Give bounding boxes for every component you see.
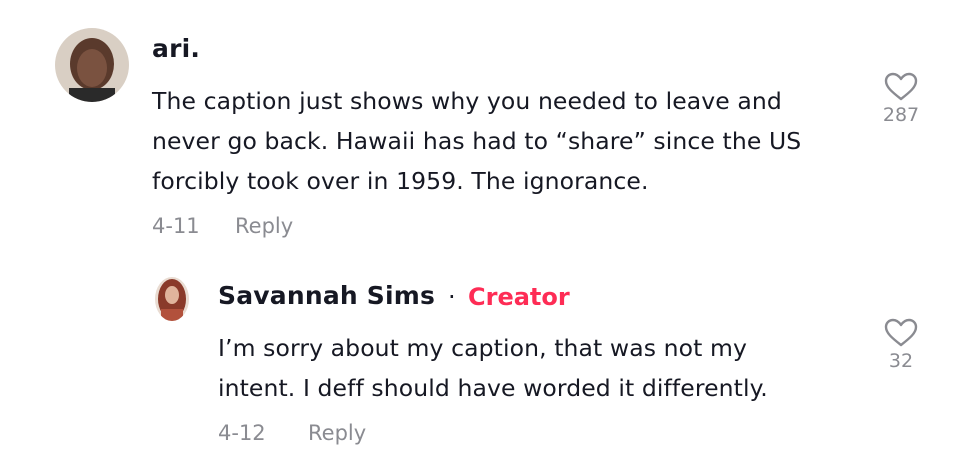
reply-text-line: intent. I deff should have worded it dif… xyxy=(218,374,768,402)
avatar-image xyxy=(155,277,189,321)
comment-text: The caption just shows why you needed to… xyxy=(152,81,867,201)
like-button[interactable]: 32 xyxy=(878,318,924,372)
creator-badge: Creator xyxy=(468,283,570,311)
reply-text-line: I’m sorry about my caption, that was not… xyxy=(218,334,747,362)
reply-button[interactable]: Reply xyxy=(235,214,293,238)
heart-icon xyxy=(878,72,924,102)
like-count: 287 xyxy=(882,104,920,126)
comment-text-line: The caption just shows why you needed to… xyxy=(152,87,782,115)
comment-date: 4-11 xyxy=(152,214,200,238)
commenter-username[interactable]: ari. xyxy=(152,34,200,63)
like-button[interactable]: 287 xyxy=(878,72,924,126)
avatar-image xyxy=(55,28,129,102)
separator-dot: · xyxy=(448,283,456,311)
reply-button[interactable]: Reply xyxy=(308,421,366,445)
creator-avatar[interactable] xyxy=(155,277,189,321)
like-count: 32 xyxy=(888,350,914,372)
reply-date: 4-12 xyxy=(218,421,266,445)
commenter-avatar[interactable] xyxy=(55,28,129,102)
comment-text-line: forcibly took over in 1959. The ignoranc… xyxy=(152,167,649,195)
reply-text: I’m sorry about my caption, that was not… xyxy=(218,328,818,408)
comment-text-line: never go back. Hawaii has had to “share”… xyxy=(152,127,802,155)
creator-username[interactable]: Savannah Sims xyxy=(218,281,435,310)
heart-icon xyxy=(878,318,924,348)
